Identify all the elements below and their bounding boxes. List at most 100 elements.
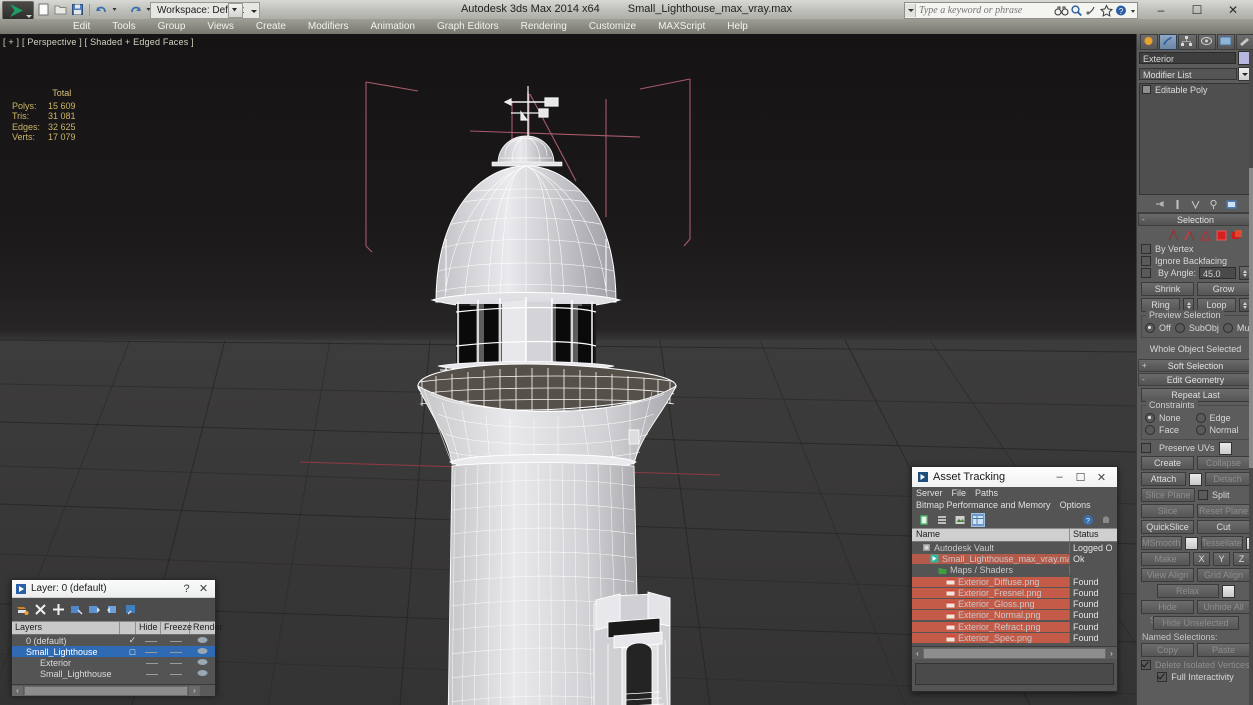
expand-icon[interactable] <box>1142 85 1151 94</box>
asset-close-button[interactable]: ✕ <box>1091 468 1112 487</box>
help-dropdown-icon[interactable] <box>1129 4 1137 17</box>
layer-row-render[interactable] <box>189 647 215 657</box>
asset-menu-server[interactable]: Server <box>916 488 943 498</box>
delete-isolated-vertices-checkbox[interactable] <box>1141 660 1151 670</box>
constraint-none-radio[interactable] <box>1145 413 1155 423</box>
new-icon[interactable] <box>36 2 51 17</box>
cut-button[interactable]: Cut <box>1197 520 1250 534</box>
layer-row-active-check[interactable]: □ <box>125 647 140 657</box>
chevron-down-icon[interactable] <box>249 4 258 17</box>
msmooth-button[interactable]: MSmooth <box>1141 536 1182 550</box>
open-icon[interactable] <box>53 2 68 17</box>
application-menu-button[interactable] <box>2 1 34 20</box>
soft-selection-rollout-header[interactable]: + Soft Selection <box>1138 359 1253 372</box>
highlight-selected-objects-icon[interactable] <box>124 603 137 616</box>
selection-rollout-header[interactable]: - Selection <box>1138 213 1253 226</box>
asset-menu-paths[interactable]: Paths <box>975 488 998 498</box>
slice-plane-button[interactable]: Slice Plane <box>1141 488 1195 502</box>
collapse-button[interactable]: Collapse <box>1197 456 1250 470</box>
menu-item-modifiers[interactable]: Modifiers <box>297 20 360 34</box>
constraint-none-row[interactable]: None <box>1145 412 1196 424</box>
help-icon[interactable]: ? <box>1114 4 1129 17</box>
ignore-backfacing-checkbox[interactable] <box>1141 256 1151 266</box>
shrink-button[interactable]: Shrink <box>1141 282 1194 296</box>
menu-item-maxscript[interactable]: MAXScript <box>647 20 716 34</box>
binoculars-icon[interactable] <box>1054 4 1069 17</box>
utilities-tab[interactable] <box>1235 34 1253 50</box>
preview-off-radio-row[interactable]: Off <box>1145 322 1171 334</box>
expand-icon[interactable]: + <box>1142 361 1147 370</box>
object-name-field[interactable]: Exterior <box>1139 52 1236 64</box>
undo-dropdown-icon[interactable] <box>111 2 126 17</box>
by-angle-field[interactable]: 45.0 <box>1199 267 1236 279</box>
layer-row-active-check[interactable]: ✓ <box>125 635 140 646</box>
asset-menu-file[interactable]: File <box>952 488 967 498</box>
scroll-thumb[interactable] <box>24 685 188 696</box>
star-icon[interactable] <box>1099 4 1114 17</box>
by-angle-checkbox[interactable] <box>1141 268 1151 278</box>
layer-dialog-titlebar[interactable]: Layer: 0 (default) ? ✕ <box>12 580 215 598</box>
scroll-right-icon[interactable]: › <box>189 685 200 696</box>
by-angle-row[interactable]: By Angle: 45.0 <box>1141 266 1250 280</box>
menu-item-graph-editors[interactable]: Graph Editors <box>426 20 510 34</box>
hide-unselected-button[interactable]: Hide Unselected <box>1152 616 1239 630</box>
constraint-edge-radio[interactable] <box>1195 413 1206 423</box>
constraint-normal-radio[interactable] <box>1195 425 1206 435</box>
list-view-icon[interactable] <box>936 514 948 526</box>
layer-row[interactable]: Exterior <box>12 657 215 668</box>
asset-row[interactable]: Maps / Shaders <box>912 565 1117 576</box>
layer-row[interactable]: 0 (default) ✓ <box>12 635 215 646</box>
magnifier-icon[interactable] <box>1069 4 1084 17</box>
constraint-edge-row[interactable]: Edge <box>1195 412 1247 424</box>
preview-subobj-radio[interactable] <box>1174 323 1185 333</box>
detach-button[interactable]: Detach <box>1205 472 1250 486</box>
ignore-backfacing-checkbox-row[interactable]: Ignore Backfacing <box>1141 255 1250 267</box>
asset-row[interactable]: Small_Lighthouse_max_vray.max Ok <box>912 553 1117 564</box>
make-planar-z-button[interactable]: Z <box>1233 552 1250 566</box>
layer-row-render[interactable] <box>189 669 215 679</box>
layer-row-freeze[interactable] <box>163 636 190 646</box>
quickslice-button[interactable]: QuickSlice <box>1141 520 1194 534</box>
select-highlighted-layers-icon[interactable] <box>106 603 119 616</box>
make-planar-y-button[interactable]: Y <box>1213 552 1230 566</box>
preview-off-radio[interactable] <box>1145 323 1155 333</box>
layer-row-hide[interactable] <box>140 658 163 668</box>
add-selection-to-layer-icon[interactable] <box>52 603 65 616</box>
preview-multi-radio[interactable] <box>1222 323 1233 333</box>
show-end-result-icon[interactable] <box>1172 199 1183 210</box>
satellite-icon[interactable] <box>1084 4 1099 17</box>
menu-item-create[interactable]: Create <box>245 20 297 34</box>
make-unique-icon[interactable] <box>1190 199 1201 210</box>
relax-button[interactable]: Relax <box>1156 584 1219 598</box>
constraint-face-row[interactable]: Face <box>1145 424 1196 436</box>
attach-settings-icon[interactable] <box>1189 472 1202 486</box>
tessellate-button[interactable]: Tessellate <box>1200 536 1243 550</box>
remove-modifier-icon[interactable] <box>1208 199 1219 210</box>
vault-icon[interactable] <box>918 514 930 526</box>
help-icon[interactable]: ? <box>1082 514 1094 526</box>
preserve-uvs-checkbox[interactable] <box>1141 443 1151 453</box>
make-planar-x-button[interactable]: X <box>1193 552 1210 566</box>
asset-row[interactable]: Exterior_Spec.png Found <box>912 632 1117 644</box>
undo-icon[interactable] <box>94 2 109 17</box>
edge-icon[interactable] <box>1183 229 1196 242</box>
layer-horizontal-scrollbar[interactable]: ‹ › <box>12 684 215 696</box>
layer-row-freeze[interactable] <box>163 658 189 668</box>
vertex-icon[interactable] <box>1167 229 1180 242</box>
paste-button[interactable]: Paste <box>1197 643 1250 657</box>
constraint-normal-row[interactable]: Normal <box>1195 424 1247 436</box>
asset-horizontal-scrollbar[interactable]: ‹ › <box>912 646 1117 659</box>
menu-item-views[interactable]: Views <box>196 20 245 34</box>
scroll-right-icon[interactable]: › <box>1106 648 1117 659</box>
layer-row-freeze[interactable] <box>163 647 190 657</box>
layer-row[interactable]: Small_Lighthouse <box>12 668 215 679</box>
delete-isolated-vertices-row[interactable]: Delete Isolated Vertices <box>1141 659 1250 671</box>
redo-icon[interactable] <box>128 2 143 17</box>
menu-item-animation[interactable]: Animation <box>359 20 425 34</box>
copy-button[interactable]: Copy <box>1141 643 1194 657</box>
polygon-icon[interactable] <box>1215 229 1228 242</box>
asset-tracking-titlebar[interactable]: Asset Tracking – ☐ ✕ <box>912 467 1117 487</box>
menu-item-group[interactable]: Group <box>147 20 197 34</box>
asset-maximize-button[interactable]: ☐ <box>1070 468 1091 487</box>
menu-item-rendering[interactable]: Rendering <box>510 20 578 34</box>
